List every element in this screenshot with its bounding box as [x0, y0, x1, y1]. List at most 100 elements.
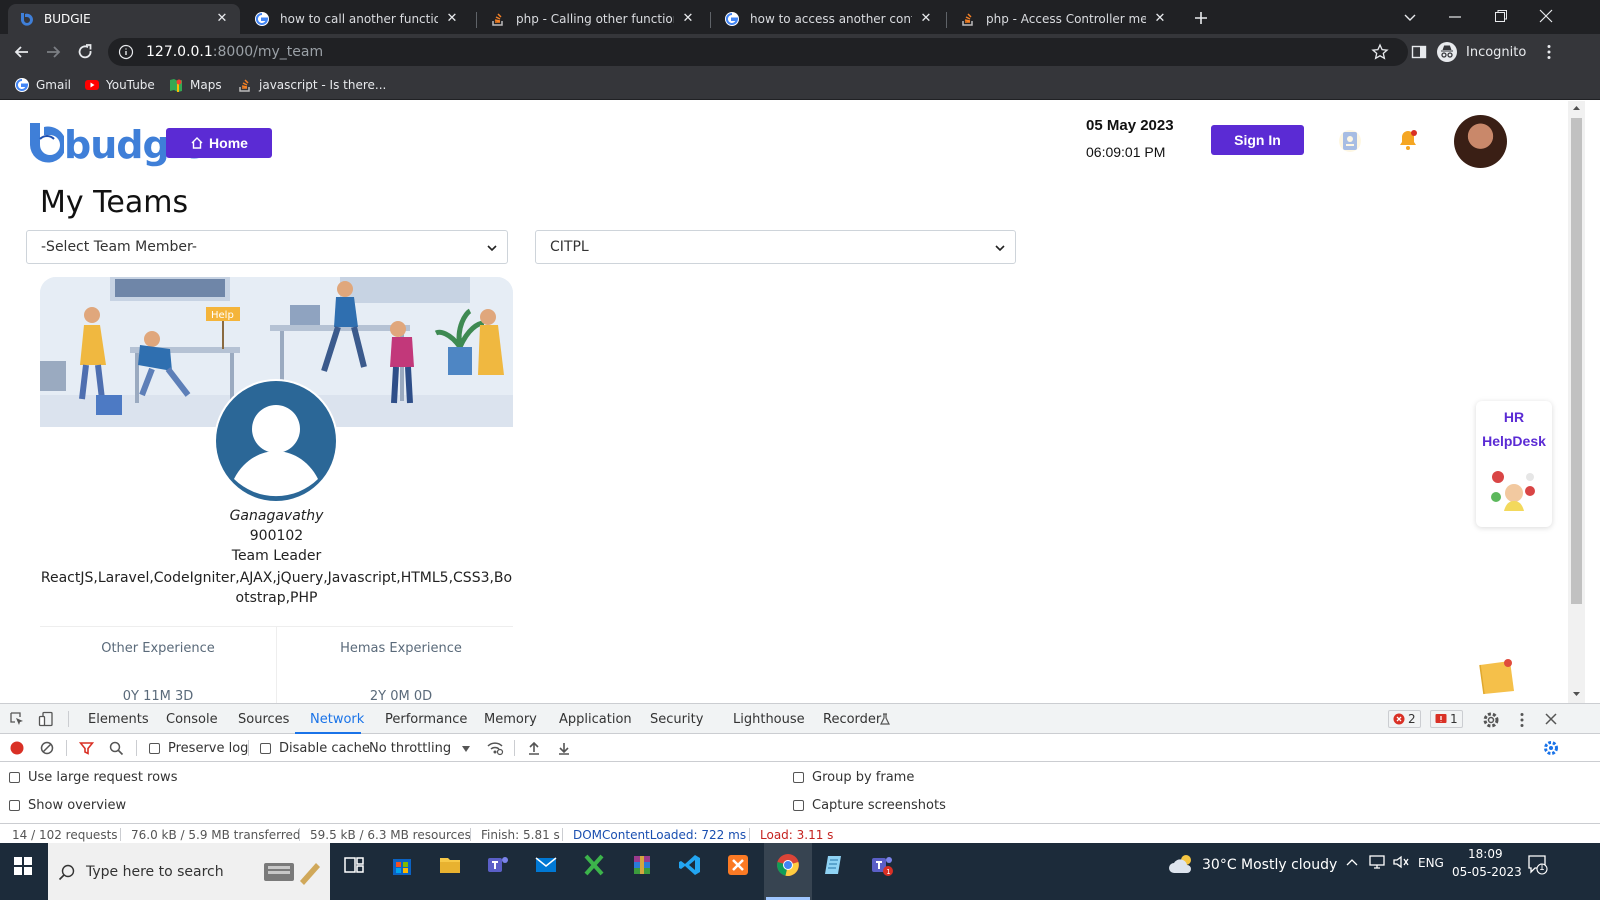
record-icon[interactable]: [10, 741, 24, 755]
winrar-icon[interactable]: [630, 853, 654, 877]
devtools-tab-lighthouse[interactable]: Lighthouse: [733, 712, 805, 727]
side-panel-icon[interactable]: [1410, 43, 1428, 61]
chevron-up-icon[interactable]: [1346, 857, 1358, 867]
vscode-icon[interactable]: [678, 853, 702, 877]
info-icon[interactable]: [118, 44, 134, 60]
back-arrow-icon[interactable]: [12, 42, 32, 62]
search-icon[interactable]: [109, 741, 124, 756]
inspect-element-icon[interactable]: [9, 711, 25, 727]
disable-cache-checkbox[interactable]: [260, 743, 271, 754]
devtools-menu-icon[interactable]: [1513, 711, 1531, 729]
devtools-tab-console[interactable]: Console: [166, 712, 218, 727]
restore-icon[interactable]: [1494, 9, 1508, 23]
devtools-tab-elements[interactable]: Elements: [88, 712, 149, 727]
team-member-select[interactable]: -Select Team Member-: [26, 230, 508, 264]
export-har-download-icon[interactable]: [557, 741, 571, 755]
teams-icon[interactable]: [486, 853, 510, 877]
close-icon[interactable]: ✕: [444, 11, 460, 27]
clear-icon[interactable]: [40, 741, 54, 755]
notification-bell-icon[interactable]: [1396, 128, 1420, 152]
language-indicator[interactable]: ENG: [1418, 856, 1444, 870]
taskbar-search-box[interactable]: Type here to search: [48, 843, 330, 900]
reload-icon[interactable]: [75, 42, 95, 62]
devtools-close-icon[interactable]: [1544, 712, 1558, 726]
issues-count-badge[interactable]: 1: [1430, 710, 1463, 728]
devtools-tab-security[interactable]: Security: [650, 712, 703, 727]
group-by-frame-checkbox[interactable]: [793, 772, 804, 783]
bookmark-star-icon[interactable]: [1371, 43, 1389, 61]
teams-chat-icon[interactable]: 1: [870, 853, 894, 877]
windows-start-icon[interactable]: [13, 856, 33, 876]
devtools-tab-application[interactable]: Application: [559, 712, 632, 727]
bookmark-stackoverflow[interactable]: javascript - Is there...: [237, 76, 386, 94]
close-icon[interactable]: ✕: [1152, 11, 1168, 27]
show-overview-checkbox[interactable]: [9, 800, 20, 811]
network-icon[interactable]: [1368, 854, 1386, 870]
volume-muted-icon[interactable]: [1392, 854, 1410, 870]
minimize-icon[interactable]: [1448, 10, 1462, 24]
user-avatar[interactable]: [1454, 115, 1507, 168]
bookmark-gmail[interactable]: Gmail: [14, 76, 71, 94]
close-icon[interactable]: ✕: [680, 11, 696, 27]
svg-text:1: 1: [886, 868, 890, 876]
taskbar-search-placeholder: Type here to search: [86, 863, 224, 880]
weather-cloud-sun-icon[interactable]: [1168, 853, 1196, 875]
large-rows-checkbox[interactable]: [9, 772, 20, 783]
weather-text[interactable]: 30°C Mostly cloudy: [1202, 857, 1337, 873]
network-conditions-wifi-icon[interactable]: [486, 740, 504, 756]
close-icon[interactable]: ✕: [214, 11, 230, 27]
devtools-tab-memory[interactable]: Memory: [484, 712, 537, 727]
forward-arrow-icon[interactable]: [43, 42, 63, 62]
sticky-note-icon[interactable]: [1476, 657, 1518, 695]
notepad-app-icon[interactable]: [822, 853, 846, 877]
bookmark-maps[interactable]: Maps: [168, 76, 222, 94]
devtools-tab-performance[interactable]: Performance: [385, 712, 467, 727]
devtools-tab-network[interactable]: Network: [310, 712, 364, 727]
file-explorer-icon[interactable]: [438, 853, 462, 877]
window-close-icon[interactable]: [1539, 9, 1553, 23]
large-rows-label: Use large request rows: [28, 770, 178, 785]
devtools-tab-sources[interactable]: Sources: [238, 712, 289, 727]
capture-screenshots-checkbox[interactable]: [793, 800, 804, 811]
import-har-upload-icon[interactable]: [527, 741, 541, 755]
throttling-select[interactable]: No throttling: [369, 741, 473, 757]
address-bar[interactable]: 127.0.0.1:8000/my_team: [108, 38, 1408, 66]
xampp-icon[interactable]: [726, 853, 750, 877]
settings-gear-icon[interactable]: [1482, 711, 1500, 729]
profile-badge-icon[interactable]: [1338, 129, 1362, 153]
company-select[interactable]: CITPL: [535, 230, 1016, 264]
sign-in-button[interactable]: Sign In: [1211, 125, 1304, 155]
page-scrollbar-thumb[interactable]: [1571, 118, 1582, 604]
preserve-log-checkbox[interactable]: [149, 743, 160, 754]
hr-helpdesk-widget[interactable]: HR HelpDesk: [1476, 401, 1552, 527]
new-tab-plus-icon[interactable]: [1192, 9, 1210, 27]
tab-stackoverflow-1[interactable]: php - Calling other function in th ✕: [480, 4, 706, 34]
clock-date[interactable]: 05-05-2023: [1452, 865, 1522, 879]
task-view-icon[interactable]: [342, 853, 366, 877]
tab-google-search-2[interactable]: how to access another controller ✕: [714, 4, 944, 34]
network-settings-gear-icon[interactable]: [1543, 740, 1559, 756]
app-x-icon[interactable]: [582, 853, 606, 877]
tab-budgie[interactable]: BUDGIE ✕: [8, 4, 240, 34]
tab-title: how to access another controller: [750, 12, 912, 26]
devtools-tab-recorder[interactable]: Recorder: [823, 712, 881, 727]
device-toolbar-icon[interactable]: [38, 711, 54, 727]
mail-icon[interactable]: [534, 853, 558, 877]
microsoft-store-icon[interactable]: [390, 853, 414, 877]
filter-funnel-icon[interactable]: [79, 741, 94, 756]
scroll-up-arrow-icon[interactable]: [1572, 103, 1581, 112]
network-status-bar: 14 / 102 requests 76.0 kB / 5.9 MB trans…: [0, 823, 1600, 844]
tab-stackoverflow-2[interactable]: php - Access Controller method i ✕: [950, 4, 1178, 34]
incognito-profile[interactable]: Incognito: [1436, 38, 1526, 66]
close-icon[interactable]: ✕: [918, 11, 934, 27]
clock-time[interactable]: 18:09: [1468, 847, 1503, 861]
error-count-badge[interactable]: 2: [1388, 710, 1421, 728]
page-title: My Teams: [40, 185, 189, 220]
chrome-menu-icon[interactable]: [1540, 43, 1558, 61]
tab-google-search-1[interactable]: how to call another function in fu ✕: [244, 4, 470, 34]
bookmark-youtube[interactable]: YouTube: [84, 76, 155, 94]
home-button[interactable]: Home: [166, 128, 272, 158]
tab-search-chevron-icon[interactable]: [1402, 9, 1418, 25]
scroll-down-arrow-icon[interactable]: [1572, 690, 1581, 699]
chrome-icon[interactable]: [776, 853, 800, 877]
